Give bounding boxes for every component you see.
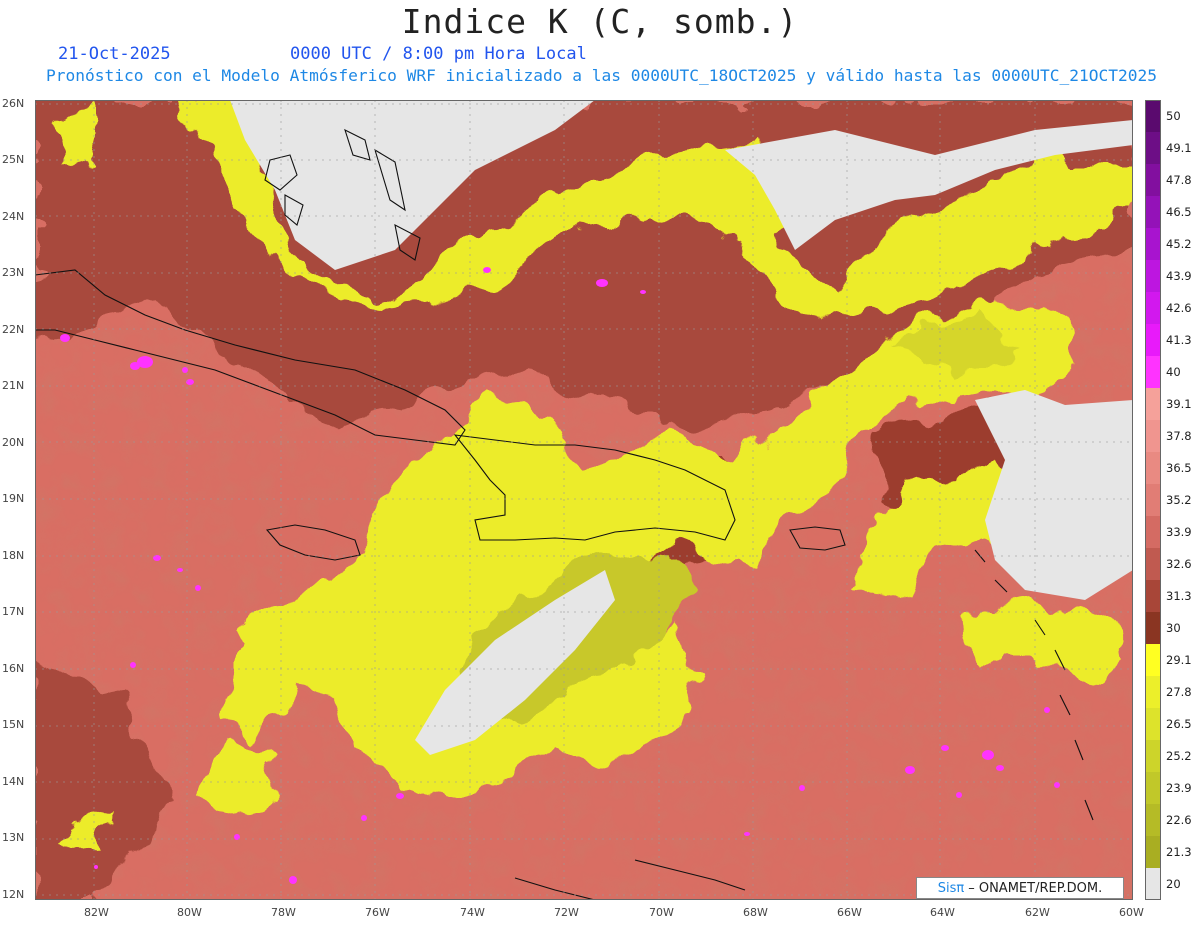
colorbar-label: 50 — [1166, 109, 1181, 123]
colorbar-swatch — [1145, 804, 1161, 837]
lat-label: 19N — [2, 492, 25, 505]
colorbar-label: 37.8 — [1166, 429, 1192, 443]
lat-label: 20N — [2, 436, 25, 449]
colorbar-swatch — [1145, 548, 1161, 581]
map-title: Indice K (C, somb.) — [401, 2, 799, 41]
colorbar-swatch — [1145, 164, 1161, 197]
lon-label: 72W — [554, 906, 579, 919]
colorbar-swatch — [1145, 324, 1161, 357]
lat-label: 14N — [2, 775, 25, 788]
colorbar — [1145, 100, 1161, 900]
forecast-date: 21-Oct-2025 — [58, 44, 171, 64]
colorbar-swatch — [1145, 196, 1161, 229]
colorbar-swatch — [1145, 228, 1161, 261]
colorbar-swatch — [1145, 836, 1161, 869]
colorbar-label: 23.9 — [1166, 781, 1192, 795]
colorbar-label: 25.2 — [1166, 749, 1192, 763]
colorbar-label: 29.1 — [1166, 653, 1192, 667]
colorbar-swatch — [1145, 516, 1161, 549]
colorbar-swatch — [1145, 868, 1161, 900]
credit-box: Sisπ – ONAMET/REP.DOM. — [916, 877, 1124, 899]
colorbar-swatch — [1145, 580, 1161, 613]
colorbar-swatch — [1145, 484, 1161, 517]
credit-org: – ONAMET/REP.DOM. — [968, 880, 1103, 896]
colorbar-label: 32.6 — [1166, 557, 1192, 571]
lon-label: 66W — [837, 906, 862, 919]
lat-label: 22N — [2, 323, 25, 336]
colorbar-label: 36.5 — [1166, 461, 1192, 475]
lat-label: 25N — [2, 153, 25, 166]
colorbar-swatch — [1145, 708, 1161, 741]
forecast-time: 0000 UTC / 8:00 pm Hora Local — [290, 44, 587, 64]
lon-label: 70W — [649, 906, 674, 919]
colorbar-swatch — [1145, 420, 1161, 453]
lat-label: 23N — [2, 266, 25, 279]
colorbar-label: 30 — [1166, 621, 1181, 635]
colorbar-label: 27.8 — [1166, 685, 1192, 699]
lat-label: 15N — [2, 718, 25, 731]
lon-label: 62W — [1025, 906, 1050, 919]
lat-label: 24N — [2, 210, 25, 223]
lon-label: 76W — [365, 906, 390, 919]
colorbar-label: 35.2 — [1166, 493, 1192, 507]
colorbar-label: 46.5 — [1166, 205, 1192, 219]
k-index-map — [35, 100, 1133, 900]
lat-label: 18N — [2, 549, 25, 562]
lon-label: 60W — [1119, 906, 1144, 919]
colorbar-label: 42.6 — [1166, 301, 1192, 315]
lon-label: 64W — [930, 906, 955, 919]
lat-label: 13N — [2, 831, 25, 844]
colorbar-swatch — [1145, 292, 1161, 325]
colorbar-swatch — [1145, 676, 1161, 709]
colorbar-label: 31.3 — [1166, 589, 1192, 603]
colorbar-swatch — [1145, 772, 1161, 805]
colorbar-swatch — [1145, 612, 1161, 645]
colorbar-label: 22.6 — [1166, 813, 1192, 827]
forecast-description: Pronóstico con el Modelo Atmósferico WRF… — [46, 66, 1158, 85]
lat-label: 16N — [2, 662, 25, 675]
lon-label: 80W — [177, 906, 202, 919]
colorbar-label: 39.1 — [1166, 397, 1192, 411]
colorbar-swatch — [1145, 132, 1161, 165]
colorbar-label: 47.8 — [1166, 173, 1192, 187]
lon-label: 78W — [271, 906, 296, 919]
colorbar-label: 21.3 — [1166, 845, 1192, 859]
lat-label: 26N — [2, 97, 25, 110]
lon-label: 68W — [743, 906, 768, 919]
colorbar-label: 40 — [1166, 365, 1181, 379]
colorbar-label: 45.2 — [1166, 237, 1192, 251]
colorbar-label: 41.3 — [1166, 333, 1192, 347]
lon-label: 74W — [460, 906, 485, 919]
colorbar-swatch — [1145, 452, 1161, 485]
colorbar-swatch — [1145, 356, 1161, 389]
colorbar-swatch — [1145, 740, 1161, 773]
lon-label: 82W — [84, 906, 109, 919]
lat-label: 17N — [2, 605, 25, 618]
colorbar-label: 20 — [1166, 877, 1181, 891]
colorbar-swatch — [1145, 644, 1161, 677]
lat-label: 21N — [2, 379, 25, 392]
colorbar-swatch — [1145, 388, 1161, 421]
colorbar-label: 26.5 — [1166, 717, 1192, 731]
colorbar-swatch — [1145, 260, 1161, 293]
colorbar-label: 43.9 — [1166, 269, 1192, 283]
colorbar-label: 49.1 — [1166, 141, 1192, 155]
lat-label: 12N — [2, 888, 25, 901]
colorbar-swatch — [1145, 100, 1161, 133]
credit-sis: Sisπ — [937, 880, 965, 896]
colorbar-label: 33.9 — [1166, 525, 1192, 539]
